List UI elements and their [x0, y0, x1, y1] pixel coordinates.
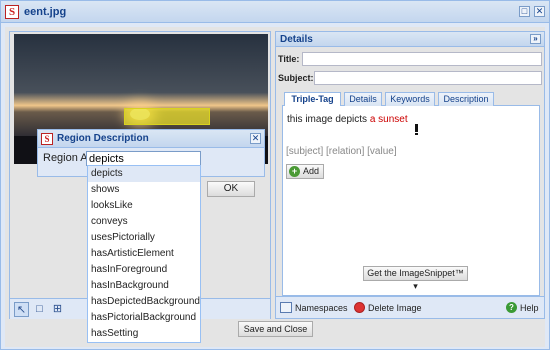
- polygon-tool-icon[interactable]: ⊞: [50, 302, 65, 317]
- dialog-logo-icon: S: [41, 132, 53, 145]
- triple-tag-text: this image depicts a sunset: [287, 114, 408, 125]
- title-field[interactable]: [302, 52, 542, 66]
- namespaces-label: Namespaces: [295, 302, 348, 313]
- delete-image-label: Delete Image: [368, 302, 422, 313]
- details-tabs: Triple-Tag Details Keywords Description: [282, 90, 540, 107]
- window-titlebar: S eent.jpg □ ✕: [1, 1, 549, 23]
- details-header: Details »: [276, 32, 544, 47]
- rectangle-tool-icon[interactable]: □: [32, 302, 47, 317]
- suggestion-item[interactable]: usesPictorially: [88, 230, 200, 246]
- relation-input[interactable]: [86, 151, 201, 166]
- suggestion-item[interactable]: hasSetting: [88, 326, 200, 342]
- collapse-icon[interactable]: »: [530, 34, 541, 44]
- region-label: Region A: [43, 152, 88, 164]
- details-panel: Details » Title: Subject: Triple-Tag Det…: [275, 31, 545, 319]
- save-and-close-button[interactable]: Save and Close: [238, 321, 313, 337]
- suggestion-item[interactable]: conveys: [88, 214, 200, 230]
- maximize-icon[interactable]: □: [519, 6, 530, 17]
- help-button[interactable]: ? Help: [506, 302, 539, 313]
- close-icon[interactable]: ✕: [534, 6, 545, 17]
- dialog-titlebar: S Region Description ✕: [38, 130, 264, 148]
- suggestion-item[interactable]: shows: [88, 182, 200, 198]
- tab-description[interactable]: Description: [438, 92, 494, 106]
- triple-format-hint: [subject] [relation] [value]: [286, 146, 397, 157]
- add-icon: +: [289, 166, 300, 177]
- subject-label: Subject:: [278, 73, 314, 83]
- suggestion-item[interactable]: hasArtisticElement: [88, 246, 200, 262]
- suggestion-item[interactable]: hasDepictedBackground: [88, 294, 200, 310]
- suggestion-item[interactable]: hasPictorialBackground: [88, 310, 200, 326]
- region-a-highlight[interactable]: [124, 108, 210, 125]
- help-label: Help: [520, 302, 539, 313]
- triple-tag-prefix: this image depicts: [287, 114, 368, 125]
- select-tool-icon[interactable]: ↖: [14, 302, 29, 317]
- app-logo-icon: S: [5, 4, 19, 19]
- suggestion-item[interactable]: depicts: [88, 166, 200, 182]
- dialog-close-icon[interactable]: ✕: [250, 133, 261, 144]
- suggestion-item[interactable]: hasInForeground: [88, 262, 200, 278]
- details-footer: Namespaces Delete Image ? Help: [276, 296, 544, 318]
- triple-tag-value[interactable]: a sunset: [370, 114, 408, 125]
- book-icon: [280, 302, 292, 313]
- add-button-label: Add: [303, 166, 320, 176]
- relation-suggestions-dropdown: depicts shows looksLike conveys usesPict…: [87, 165, 201, 343]
- text-cursor: [415, 124, 418, 132]
- namespaces-button[interactable]: Namespaces: [280, 302, 348, 313]
- get-imagesnippet-button[interactable]: Get the ImageSnippet™ ▾: [363, 266, 468, 291]
- tab-details[interactable]: Details: [344, 92, 382, 106]
- delete-image-button[interactable]: Delete Image: [354, 302, 422, 313]
- tab-triple-tag[interactable]: Triple-Tag: [284, 92, 341, 107]
- help-icon: ?: [506, 302, 517, 313]
- suggestion-item[interactable]: hasInBackground: [88, 278, 200, 294]
- suggestion-item[interactable]: looksLike: [88, 198, 200, 214]
- image-editor-window: S eent.jpg □ ✕ ↖ □ ⊞ Details » Title: Su…: [0, 0, 550, 350]
- subject-field[interactable]: [314, 71, 542, 85]
- delete-icon: [354, 302, 365, 313]
- text-cursor-base: [415, 133, 418, 135]
- dialog-title: Region Description: [57, 133, 149, 144]
- ok-button[interactable]: OK: [207, 181, 255, 197]
- window-title: eent.jpg: [24, 5, 67, 18]
- window-body: ↖ □ ⊞ Details » Title: Subject: Triple-T…: [5, 27, 545, 347]
- triple-tag-area: this image depicts a sunset [subject] [r…: [282, 106, 540, 296]
- tab-keywords[interactable]: Keywords: [385, 92, 435, 106]
- title-label: Title:: [278, 54, 300, 64]
- details-header-title: Details: [280, 34, 313, 45]
- add-button[interactable]: + Add: [286, 164, 324, 179]
